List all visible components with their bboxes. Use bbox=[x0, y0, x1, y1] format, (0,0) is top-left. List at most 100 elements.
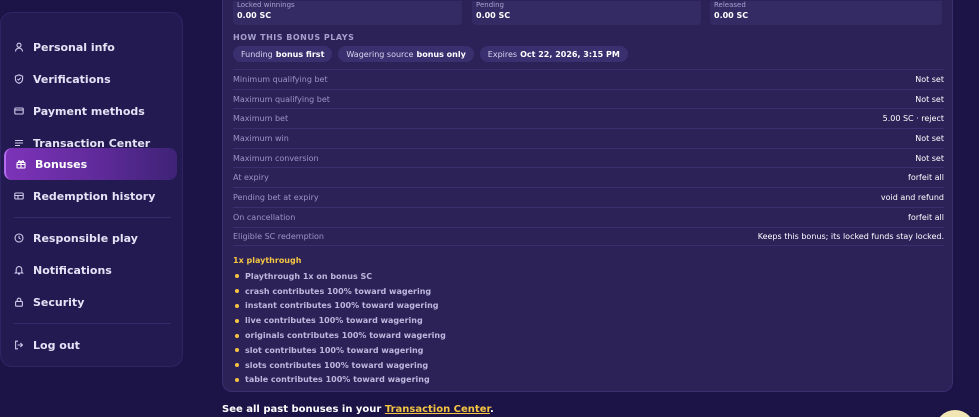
how-bonus-plays-heading: HOW THIS BONUS PLAYS bbox=[233, 33, 355, 42]
sidebar-item-bonuses[interactable]: Bonuses bbox=[4, 148, 177, 180]
list-item: crash contributes 100% toward wagering bbox=[233, 284, 446, 299]
sidebar-item-redemption-history[interactable]: Redemption history bbox=[4, 180, 177, 212]
list-item-text: Playthrough 1x on bonus SC bbox=[245, 271, 373, 281]
list-item: instant contributes 100% toward wagering bbox=[233, 299, 446, 314]
footer-text: See all past bonuses in your bbox=[222, 404, 382, 415]
bonus-detail-card: Locked winnings 0.00 SC Pending 0.00 SC … bbox=[222, 0, 953, 392]
sidebar-item-label: Verifications bbox=[33, 72, 111, 86]
bell-icon bbox=[14, 265, 24, 275]
logout-icon bbox=[14, 340, 24, 350]
list-item: slots contributes 100% toward wagering bbox=[233, 358, 446, 373]
credit-card-icon bbox=[14, 106, 24, 116]
sidebar-item-security[interactable]: Security bbox=[4, 286, 177, 318]
stat-value: 0.00 SC bbox=[476, 11, 511, 20]
sidebar-item-log-out[interactable]: Log out bbox=[4, 329, 177, 361]
chat-widget-button[interactable] bbox=[935, 410, 975, 417]
sidebar-item-label: Payment methods bbox=[33, 104, 145, 118]
account-sidebar: Personal info Verifications Payment meth… bbox=[0, 12, 183, 367]
rule-row: Maximum win Not set bbox=[233, 128, 944, 148]
stat-label: Locked winnings bbox=[237, 1, 295, 9]
list-item-text: slot contributes 100% toward wagering bbox=[245, 345, 424, 355]
footer-period: . bbox=[489, 404, 494, 415]
rule-row: Maximum bet 5.00 SC · reject bbox=[233, 108, 944, 128]
sidebar-item-label: Notifications bbox=[33, 263, 112, 277]
stat-label: Released bbox=[714, 1, 746, 9]
rule-label: Pending bet at expiry bbox=[233, 192, 319, 202]
sidebar-item-verifications[interactable]: Verifications bbox=[4, 63, 177, 95]
rule-label: Eligible SC redemption bbox=[233, 231, 325, 241]
bonus-chip-row: Funding bonus first Wagering source bonu… bbox=[233, 46, 628, 62]
sidebar-item-payment-methods[interactable]: Payment methods bbox=[4, 95, 177, 127]
rule-row: On cancellation forfeit all bbox=[233, 206, 944, 227]
rule-label: Maximum conversion bbox=[233, 153, 319, 163]
wagering-source-chip: Wagering source bonus only bbox=[338, 46, 474, 62]
chip-key: Wagering source bbox=[346, 49, 414, 59]
rule-value: Not set bbox=[915, 133, 944, 143]
sidebar-item-label: Redemption history bbox=[33, 189, 156, 203]
sidebar-item-responsible-play[interactable]: Responsible play bbox=[4, 222, 177, 254]
rule-value: forfeit all bbox=[908, 173, 944, 183]
list-item: live contributes 100% toward wagering bbox=[233, 313, 446, 328]
sidebar-item-label: Security bbox=[33, 295, 85, 309]
rule-label: On cancellation bbox=[233, 212, 296, 222]
rule-label: Maximum bet bbox=[233, 114, 289, 124]
list-item: Playthrough 1x on bonus SC bbox=[233, 269, 446, 284]
rule-value: void and refund bbox=[880, 192, 944, 202]
rule-value: Not set bbox=[915, 153, 944, 163]
list-item-text: crash contributes 100% toward wagering bbox=[245, 286, 432, 296]
funding-chip: Funding bonus first bbox=[233, 46, 333, 62]
list-item-text: slots contributes 100% toward wagering bbox=[245, 360, 429, 370]
rule-value: Keeps this bonus; its locked funds stay … bbox=[757, 231, 944, 241]
list-item: slot contributes 100% toward wagering bbox=[233, 343, 446, 358]
lock-icon bbox=[14, 297, 24, 307]
rule-label: Minimum qualifying bet bbox=[233, 74, 328, 84]
stat-released: Released 0.00 SC bbox=[710, 1, 942, 25]
clock-icon bbox=[14, 233, 24, 243]
sidebar-item-label: Personal info bbox=[33, 40, 115, 54]
rule-value: forfeit all bbox=[908, 212, 944, 222]
sidebar-item-label: Responsible play bbox=[33, 231, 138, 245]
transaction-center-link[interactable]: Transaction Center bbox=[385, 404, 490, 415]
chip-value: bonus first bbox=[275, 49, 325, 59]
sidebar-item-notifications[interactable]: Notifications bbox=[4, 254, 177, 286]
gift-icon bbox=[16, 159, 26, 169]
playthrough-title: 1x playthrough bbox=[233, 256, 302, 265]
rule-value: 5.00 SC · reject bbox=[882, 114, 944, 124]
bullet-icon bbox=[235, 289, 239, 294]
rule-row: Pending bet at expiry void and refund bbox=[233, 187, 944, 207]
bullet-icon bbox=[235, 348, 239, 353]
stat-value: 0.00 SC bbox=[237, 11, 272, 20]
chip-value: Oct 22, 2026, 3:15 PM bbox=[520, 49, 620, 59]
chip-key: Expires bbox=[487, 49, 518, 59]
sidebar-item-personal-info[interactable]: Personal info bbox=[4, 31, 177, 63]
list-item: table contributes 100% toward wagering bbox=[233, 373, 446, 388]
receipt-icon bbox=[14, 191, 24, 201]
shield-check-icon bbox=[14, 74, 24, 84]
rule-value: Not set bbox=[915, 94, 944, 104]
sidebar-divider bbox=[14, 323, 171, 324]
chip-value: bonus only bbox=[416, 49, 466, 59]
sidebar-item-label: Log out bbox=[33, 338, 80, 352]
rule-label: Maximum win bbox=[233, 133, 289, 143]
stat-label: Pending bbox=[476, 1, 504, 9]
stat-locked-winnings: Locked winnings 0.00 SC bbox=[233, 1, 462, 25]
expires-chip: Expires Oct 22, 2026, 3:15 PM bbox=[479, 46, 628, 62]
user-icon bbox=[14, 42, 24, 52]
sidebar-divider bbox=[14, 217, 171, 218]
bonus-rules-table: Minimum qualifying bet Not set Maximum q… bbox=[233, 69, 944, 247]
list-item-text: originals contributes 100% toward wageri… bbox=[245, 331, 446, 341]
list-item-text: instant contributes 100% toward wagering bbox=[245, 301, 439, 311]
chip-key: Funding bbox=[241, 49, 273, 59]
rule-label: Maximum qualifying bet bbox=[233, 94, 330, 104]
sidebar-item-label: Bonuses bbox=[35, 157, 88, 171]
rule-row: At expiry forfeit all bbox=[233, 167, 944, 187]
bullet-icon bbox=[235, 303, 239, 308]
past-bonuses-note: See all past bonuses in your Transaction… bbox=[222, 404, 494, 415]
bullet-icon bbox=[235, 274, 239, 279]
bullet-icon bbox=[235, 333, 239, 338]
bullet-icon bbox=[235, 363, 239, 368]
bullet-icon bbox=[235, 377, 239, 382]
stat-pending: Pending 0.00 SC bbox=[472, 1, 701, 25]
rule-value: Not set bbox=[915, 74, 944, 84]
list-icon bbox=[14, 138, 24, 148]
